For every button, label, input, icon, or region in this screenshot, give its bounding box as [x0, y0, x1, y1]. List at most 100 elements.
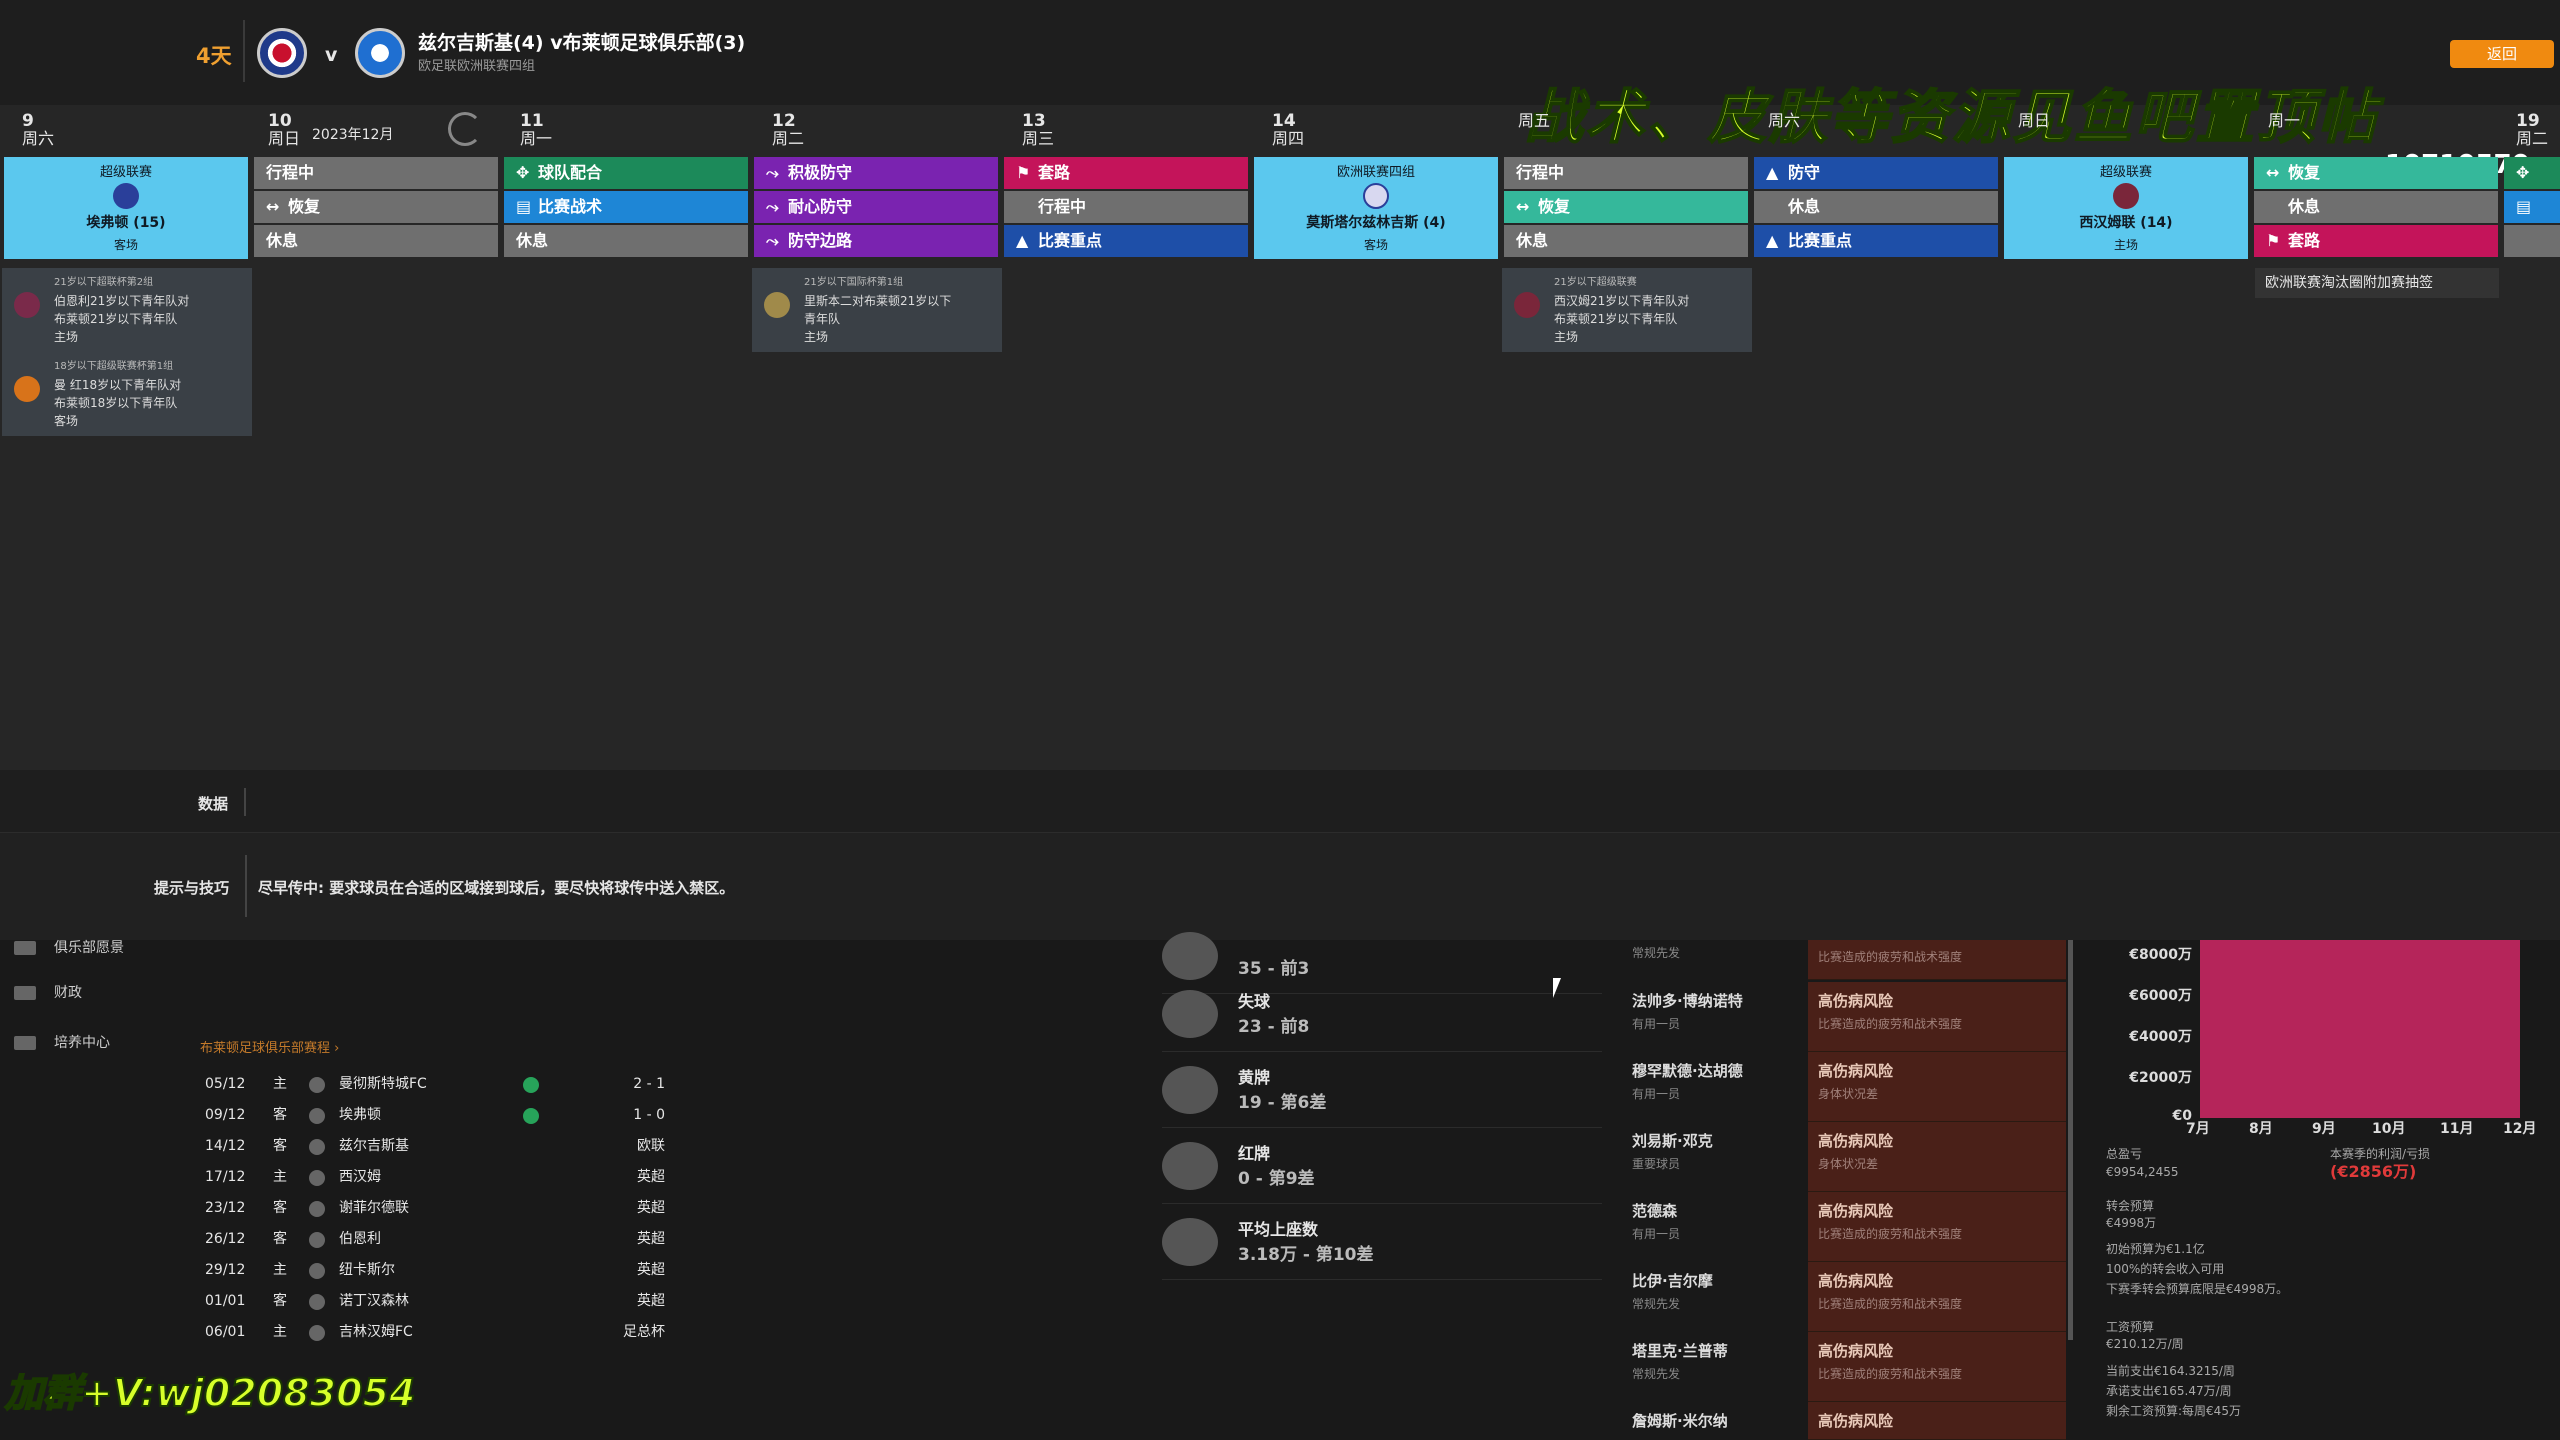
fixtures-link[interactable]: 布莱顿足球俱乐部赛程 ›: [200, 1037, 339, 1056]
teamwork-icon: ✥: [516, 163, 530, 182]
fixture-row[interactable]: 06/01 主吉林汉姆FC 足总杯: [205, 1318, 665, 1346]
training-day[interactable]: 行程中 ↔ 恢复 休息: [1504, 157, 1748, 259]
set-piece-icon: ⚑: [2266, 231, 2281, 250]
player-row[interactable]: 法帅多·博纳诺特 有用一员: [1632, 990, 1807, 1060]
stat-yellow-cards: 黄牌 19 - 第6差: [1162, 1052, 1602, 1128]
y-tick: €6000万: [2129, 988, 2192, 1004]
training-day[interactable]: ↔ 恢复 休息 ⚑ 套路: [2254, 157, 2498, 259]
youth-fixture[interactable]: 18岁以下超级联赛杯第1组曼 红18岁以下青年队对 布莱顿18岁以下青年队 客场: [2, 352, 252, 436]
tactics-icon: ▤: [2516, 197, 2532, 216]
yellow-card-icon: [1162, 1066, 1218, 1114]
fixture-row[interactable]: 26/12 客伯恩利 英超: [205, 1225, 665, 1253]
session-slot[interactable]: ⤳ 积极防守: [754, 157, 998, 189]
training-day[interactable]: ✥ ▤: [2504, 157, 2560, 259]
goal-icon: [1162, 932, 1218, 980]
youth-fixture[interactable]: 21岁以下超联杯第2组 伯恩利21岁以下青年队对 布莱顿21岁以下青年队 主场: [2, 268, 252, 352]
session-slot[interactable]: ✥: [2504, 157, 2560, 189]
stat-goals-conceded: 失球 23 - 前8: [1162, 976, 1602, 1052]
player-row[interactable]: 塔里克·兰普蒂 常规先发: [1632, 1340, 1807, 1410]
wage-budget-label: 工资预算: [2106, 1320, 2155, 1334]
fixture-row[interactable]: 17/12 主西汉姆 英超: [205, 1163, 665, 1191]
session-slot[interactable]: 休息: [504, 225, 748, 257]
fixture-row[interactable]: 05/12 主曼彻斯特城FC 2 - 1: [205, 1070, 665, 1098]
home-crest-icon[interactable]: [257, 28, 307, 78]
match-title[interactable]: 兹尔吉斯基(4) v布莱顿足球俱乐部(3): [418, 28, 745, 55]
training-day[interactable]: ⚑ 套路 行程中 ▲ 比赛重点: [1004, 157, 1248, 259]
training-day[interactable]: ✥ 球队配合 ▤ 比赛战术 休息: [504, 157, 748, 259]
session-slot[interactable]: 行程中: [254, 157, 498, 189]
player-row[interactable]: 比伊·吉尔摩 常规先发: [1632, 1270, 1807, 1340]
match-card[interactable]: 超级联赛 埃弗顿 (15) 客场: [4, 157, 248, 259]
x-tick: 11月: [2440, 1121, 2474, 1137]
fixture-row[interactable]: 09/12 客埃弗顿 1 - 0: [205, 1101, 665, 1129]
training-day[interactable]: ▲ 防守 休息 ▲ 比赛重点: [1754, 157, 1998, 259]
match-card[interactable]: 欧洲联赛四组 莫斯塔尔兹林吉斯 (4) 客场: [1254, 157, 1498, 259]
balance-label: 总盈亏: [2106, 1147, 2143, 1161]
fixture-row[interactable]: 23/12 客谢菲尔德联 英超: [205, 1194, 665, 1222]
session-slot[interactable]: ▤ 比赛战术: [504, 191, 748, 223]
transfer-note: 初始预算为€1.1亿: [2106, 1242, 2205, 1256]
vs-label: v: [325, 44, 338, 66]
session-slot[interactable]: 休息: [254, 225, 498, 257]
transfer-note: 100%的转会收入可用: [2106, 1262, 2225, 1276]
continue-button[interactable]: 返回: [2450, 40, 2554, 68]
session-slot[interactable]: ▤: [2504, 191, 2560, 223]
sporting-crest-icon: [764, 292, 790, 318]
youth-fixture[interactable]: 21岁以下国际杯第1组 里斯本二对布莱顿21岁以下 青年队 主场: [752, 268, 1002, 352]
youth-fixture[interactable]: 21岁以下超级联赛 西汉姆21岁以下青年队对 布莱顿21岁以下青年队 主场: [1502, 268, 1752, 352]
wage-note: 剩余工资预算:每周€45万: [2106, 1404, 2241, 1418]
session-slot[interactable]: ⚑ 套路: [1004, 157, 1248, 189]
conceded-ball-icon: [1162, 990, 1218, 1038]
match-competition: 欧足联欧洲联赛四组: [418, 59, 536, 74]
player-row[interactable]: 范德森 有用一员: [1632, 1200, 1807, 1270]
session-slot[interactable]: 行程中: [1504, 157, 1748, 189]
fixture-row[interactable]: 29/12 主纽卡斯尔 英超: [205, 1256, 665, 1284]
finance-area: [2200, 940, 2520, 1118]
y-tick: €2000万: [2129, 1070, 2192, 1086]
tips-text: 尽早传中: 要求球员在合适的区域接到球后，要尽快将球传中送入禁区。: [258, 879, 735, 897]
nav-finance[interactable]: 财政: [14, 982, 82, 1002]
match-card[interactable]: 超级联赛 西汉姆联 (14) 主场: [2004, 157, 2248, 259]
session-slot[interactable]: 休息: [2254, 191, 2498, 223]
session-slot[interactable]: ⤳ 防守边路: [754, 225, 998, 257]
club-crest-icon: [309, 1201, 325, 1217]
training-day[interactable]: ⤳ 积极防守 ⤳ 耐心防守 ⤳ 防守边路: [754, 157, 998, 259]
session-slot[interactable]: ⤳ 耐心防守: [754, 191, 998, 223]
injury-risk: 比赛造成的疲劳和战术强度: [1808, 940, 2066, 980]
cup-draw-tag[interactable]: 欧洲联赛淘汰圈附加赛抽签: [2255, 268, 2499, 298]
injury-risk: 高伤病风险 比赛造成的疲劳和战术强度: [1808, 1192, 2066, 1262]
match-focus-icon: ▲: [1766, 231, 1779, 250]
development-icon: [14, 1036, 36, 1050]
nav-club-vision[interactable]: 俱乐部愿景: [14, 937, 124, 957]
injury-risk: 高伤病风险 身体状况差: [1808, 1122, 2066, 1192]
session-slot[interactable]: ✥ 球队配合: [504, 157, 748, 189]
session-slot[interactable]: ▲ 比赛重点: [1004, 225, 1248, 257]
injury-risk: 高伤病风险 比赛造成的疲劳和战术强度: [1808, 1262, 2066, 1332]
session-slot[interactable]: ⚑ 套路: [2254, 225, 2498, 257]
player-row[interactable]: 詹姆斯·米尔纳: [1632, 1410, 1807, 1440]
session-slot[interactable]: ▲ 比赛重点: [1754, 225, 1998, 257]
training-day[interactable]: 行程中 ↔ 恢复 休息: [254, 157, 498, 259]
away-crest-icon[interactable]: [355, 28, 405, 78]
fixture-row[interactable]: 14/12 客兹尔吉斯基 欧联: [205, 1132, 665, 1160]
west-ham-crest-icon: [1514, 292, 1540, 318]
player-row[interactable]: 刘易斯·邓克 重要球员: [1632, 1130, 1807, 1200]
session-slot[interactable]: 行程中: [1004, 191, 1248, 223]
session-slot[interactable]: 休息: [1504, 225, 1748, 257]
session-slot[interactable]: ▲ 防守: [1754, 157, 1998, 189]
session-slot[interactable]: ↔ 恢复: [254, 191, 498, 223]
tab-data[interactable]: 数据: [198, 793, 228, 814]
session-slot[interactable]: ↔ 恢复: [2254, 157, 2498, 189]
player-row[interactable]: 穆罕默德·达胡德 有用一员: [1632, 1060, 1807, 1130]
x-tick: 7月: [2186, 1121, 2210, 1137]
session-slot[interactable]: [2504, 225, 2560, 257]
x-tick: 8月: [2249, 1121, 2273, 1137]
session-slot[interactable]: 休息: [1754, 191, 1998, 223]
day-header: 12 周二: [772, 111, 805, 148]
fixture-row[interactable]: 01/01 客诺丁汉森林 英超: [205, 1287, 665, 1315]
session-slot[interactable]: ↔ 恢复: [1504, 191, 1748, 223]
nav-development[interactable]: 培养中心: [14, 1032, 110, 1052]
refresh-icon[interactable]: [448, 112, 482, 146]
injury-risk: 高伤病风险: [1808, 1402, 2066, 1440]
scrollbar[interactable]: [2068, 940, 2073, 1340]
